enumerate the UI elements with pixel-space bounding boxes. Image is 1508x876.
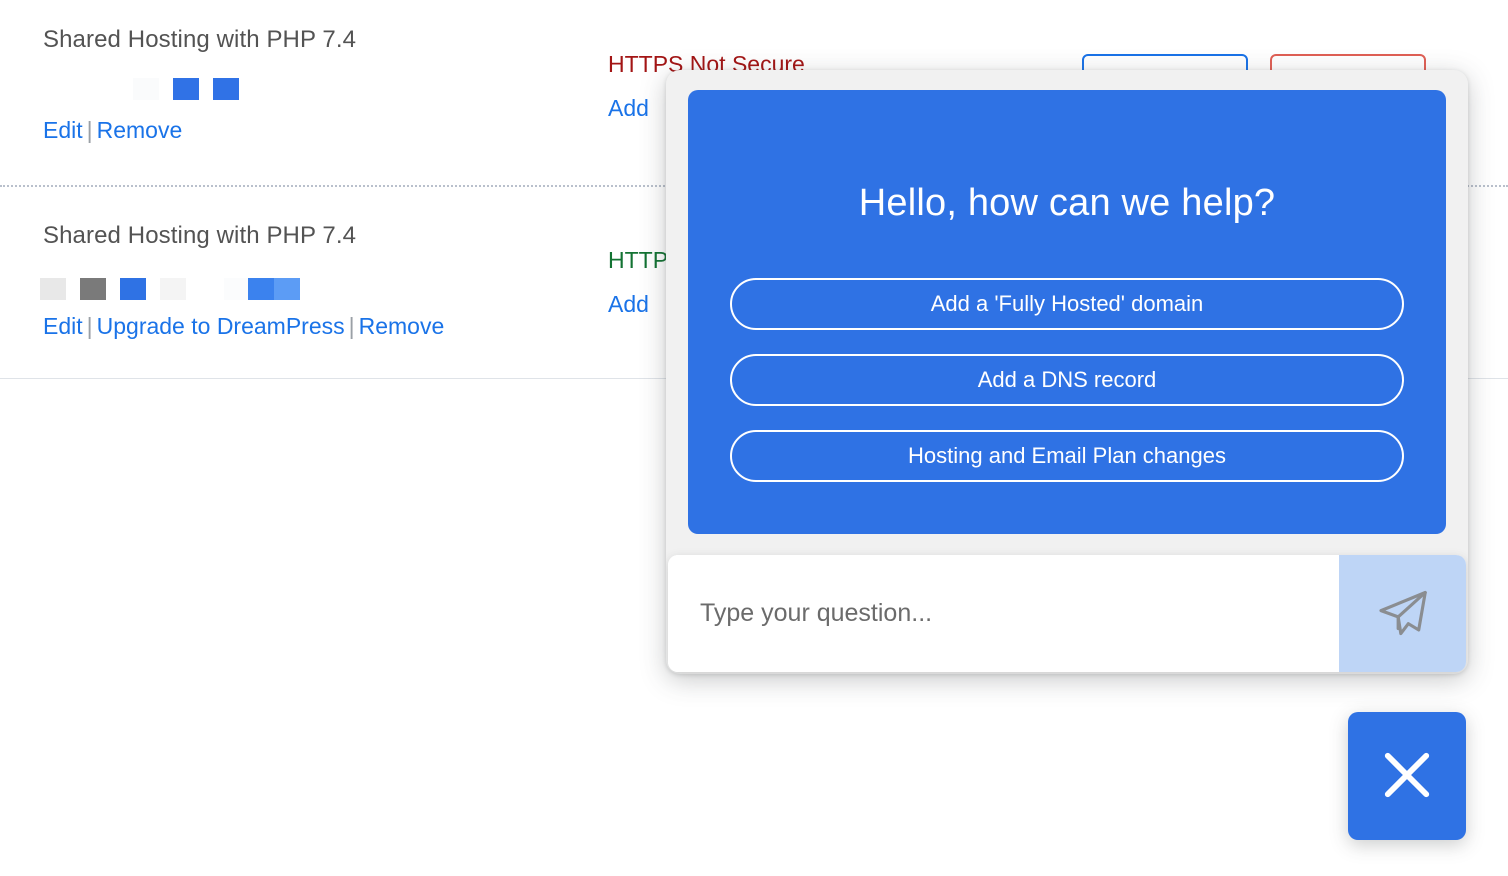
add-certificate-link[interactable]: Add xyxy=(608,291,649,318)
swatch xyxy=(160,278,186,300)
app-root: Shared Hosting with PHP 7.4 Edit | Remove … xyxy=(0,0,1508,876)
plan-actions: Edit | Upgrade to DreamPress | Remove xyxy=(43,313,444,340)
action-separator: | xyxy=(86,313,93,339)
plan-title: Shared Hosting with PHP 7.4 xyxy=(43,26,357,53)
https-status-label: HTTP xyxy=(608,247,669,273)
swatch xyxy=(173,78,199,100)
chat-question-input[interactable] xyxy=(668,555,1339,672)
add-certificate-link[interactable]: Add xyxy=(608,95,649,122)
chat-greeting-text: Hello, how can we help? xyxy=(858,182,1276,224)
swatch xyxy=(248,278,274,300)
swatch xyxy=(120,278,146,300)
action-separator: | xyxy=(86,117,93,143)
swatch xyxy=(133,78,159,100)
action-separator: | xyxy=(348,313,355,339)
close-x-icon xyxy=(1374,742,1440,811)
edit-link[interactable]: Edit xyxy=(43,117,83,143)
upgrade-dreampress-link[interactable]: Upgrade to DreamPress xyxy=(97,313,345,339)
chat-greeting-panel: Hello, how can we help? Add a 'Fully Hos… xyxy=(688,90,1446,534)
swatch xyxy=(213,78,239,100)
chat-widget: Hello, how can we help? Add a 'Fully Hos… xyxy=(666,70,1468,674)
plan-actions: Edit | Remove xyxy=(43,117,182,144)
quick-reply-fully-hosted-domain[interactable]: Add a 'Fully Hosted' domain xyxy=(730,278,1404,330)
swatch xyxy=(40,278,66,300)
chat-close-button[interactable] xyxy=(1348,712,1466,840)
remove-link[interactable]: Remove xyxy=(359,313,445,339)
remove-link[interactable]: Remove xyxy=(97,117,183,143)
plan-status-swatches xyxy=(40,278,300,300)
quick-reply-hosting-email-plan-changes[interactable]: Hosting and Email Plan changes xyxy=(730,430,1404,482)
swatch xyxy=(224,278,248,300)
plan-title: Shared Hosting with PHP 7.4 xyxy=(43,222,357,249)
send-paper-plane-icon xyxy=(1374,585,1432,643)
chat-input-bar xyxy=(668,555,1466,672)
send-button[interactable] xyxy=(1339,555,1466,672)
edit-link[interactable]: Edit xyxy=(43,313,83,339)
swatch xyxy=(274,278,300,300)
quick-reply-dns-record[interactable]: Add a DNS record xyxy=(730,354,1404,406)
quick-reply-list: Add a 'Fully Hosted' domain Add a DNS re… xyxy=(730,278,1404,482)
plan-status-swatches xyxy=(133,78,239,100)
swatch xyxy=(80,278,106,300)
